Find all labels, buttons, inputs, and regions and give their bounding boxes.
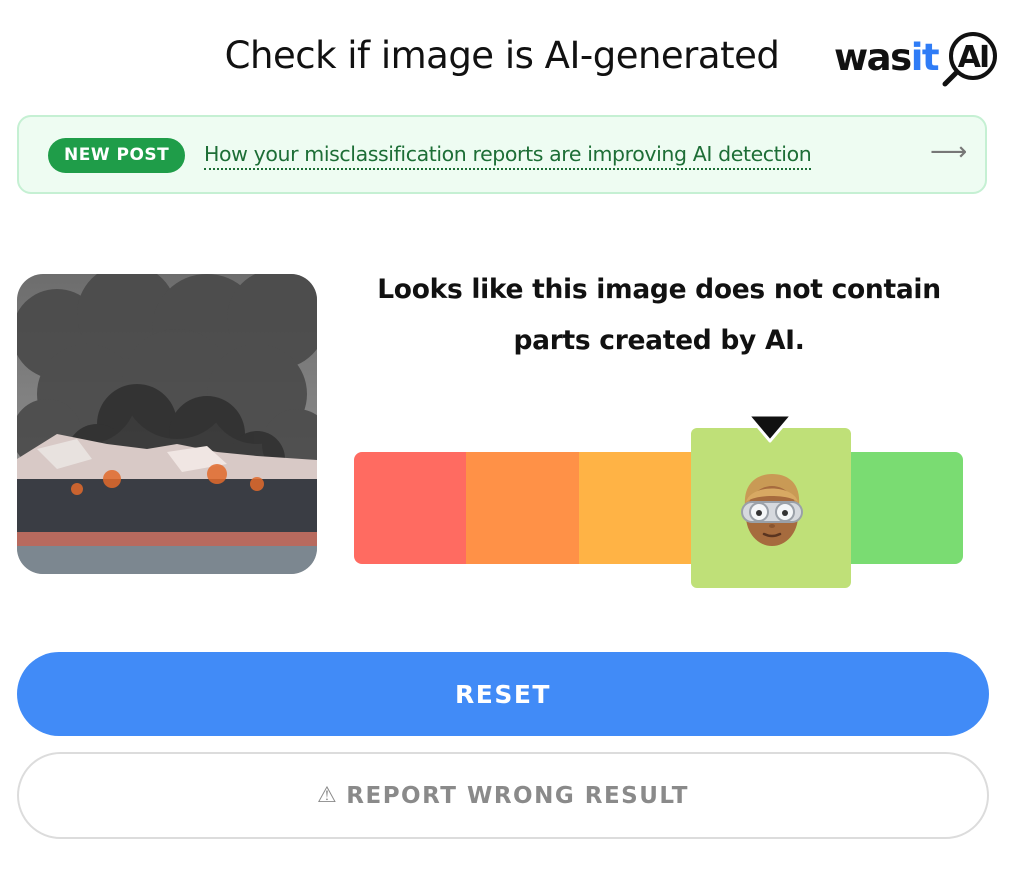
wasitai-logo[interactable]: wasit AI	[834, 30, 1000, 90]
meter-segment-5	[850, 452, 963, 564]
report-wrong-result-button[interactable]: ⚠ REPORT WRONG RESULT	[17, 752, 989, 839]
svg-text:AI: AI	[958, 40, 988, 75]
news-post-link[interactable]: How your misclassification reports are i…	[204, 142, 812, 170]
logo-wordmark: wasit	[834, 36, 940, 79]
burning-ship-photo	[17, 274, 317, 574]
uploaded-image-thumbnail	[17, 274, 317, 574]
arrow-right-icon[interactable]: ⟶	[930, 137, 967, 167]
report-button-label: REPORT WRONG RESULT	[346, 782, 689, 809]
meter-segment-3	[579, 452, 691, 564]
ai-likelihood-meter	[354, 452, 963, 564]
meter-segment-1	[354, 452, 466, 564]
meter-pointer-icon	[746, 413, 794, 443]
reset-button[interactable]: RESET	[17, 652, 989, 736]
meter-segment-2	[466, 452, 579, 564]
magnifier-ai-icon: AI	[942, 32, 997, 87]
human-face-goggles-icon	[741, 474, 803, 546]
warning-triangle-icon: ⚠	[317, 783, 339, 808]
result-verdict: Looks like this image does not contain p…	[377, 274, 941, 356]
new-post-badge: NEW POST	[48, 138, 186, 173]
news-banner[interactable]: NEW POST How your misclassification repo…	[17, 115, 987, 194]
